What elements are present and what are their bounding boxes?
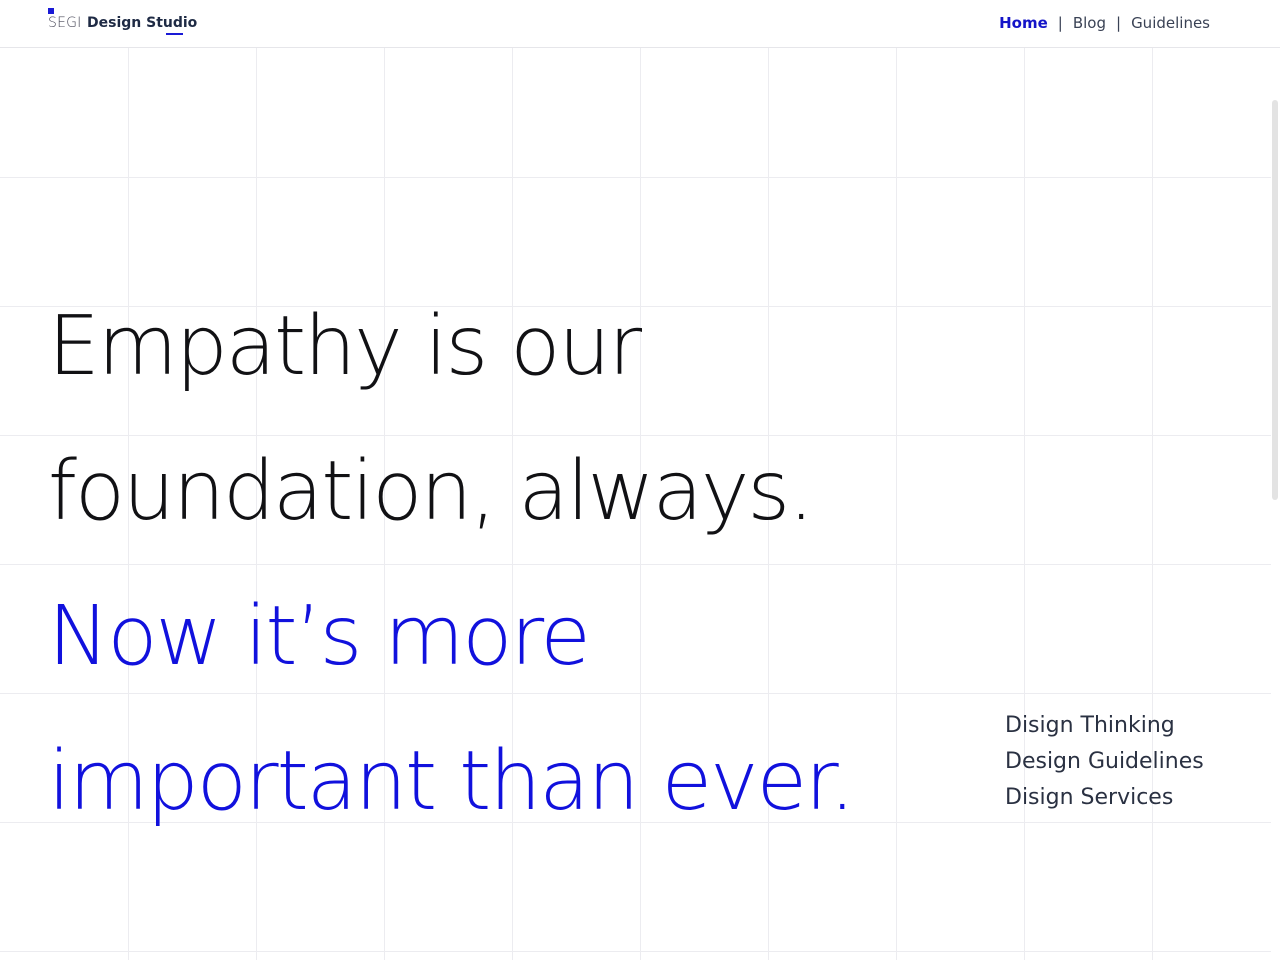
nav-blog-link[interactable]: Blog (1073, 14, 1106, 32)
nav-home-link[interactable]: Home (999, 14, 1048, 32)
grid-line (1152, 48, 1153, 960)
link-design-thinking[interactable]: Disign Thinking (1005, 708, 1204, 744)
scrollbar-thumb[interactable] (1272, 100, 1278, 500)
brand-underline (166, 33, 183, 35)
service-links: Disign Thinking Design Guidelines Disign… (1005, 708, 1204, 816)
link-design-services[interactable]: Disign Services (1005, 780, 1204, 816)
hero-headline: Empathy is our foundation, always. Now i… (48, 274, 948, 854)
brand-name: Design Studio (87, 15, 198, 31)
brand-prefix: SEGI (48, 15, 82, 31)
grid-line (0, 951, 1280, 952)
nav-separator: | (1116, 14, 1122, 32)
link-design-guidelines[interactable]: Design Guidelines (1005, 744, 1204, 780)
brand-square-icon (48, 8, 54, 14)
grid-line (0, 177, 1280, 178)
hero-line-1: Empathy is our (48, 299, 642, 394)
grid-line (1024, 48, 1025, 960)
nav-separator: | (1057, 14, 1063, 32)
top-header: SEGI Design Studio Home | Blog | Guideli… (0, 0, 1280, 48)
nav-guidelines-link[interactable]: Guidelines (1131, 14, 1210, 32)
hero-line-2: foundation, always. (48, 444, 814, 539)
hero-line-4: important than ever. (48, 734, 855, 829)
vertical-scrollbar[interactable] (1271, 48, 1280, 960)
hero-line-3: Now it’s more (48, 589, 591, 684)
main-nav: Home | Blog | Guidelines (999, 14, 1210, 32)
page: SEGI Design Studio Home | Blog | Guideli… (0, 0, 1280, 960)
